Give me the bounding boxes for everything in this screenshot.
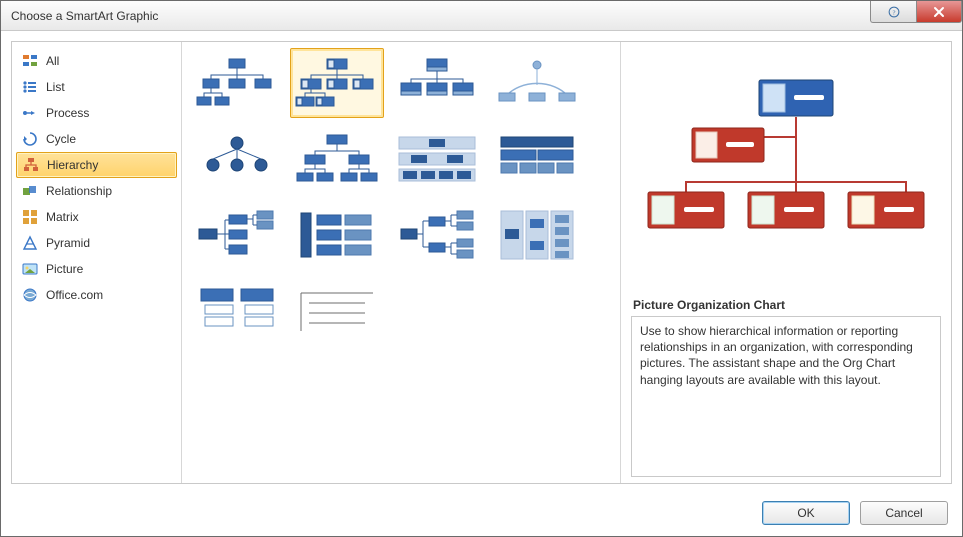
gallery-pane [182,42,621,483]
layout-half-circle-org-chart[interactable] [490,48,584,118]
category-item-list[interactable]: List [16,74,177,100]
category-item-relationship[interactable]: Relationship [16,178,177,204]
category-label: Office.com [46,288,103,302]
list-icon [22,79,38,95]
ok-button[interactable]: OK [762,501,850,525]
layout-circle-picture-hierarchy[interactable] [190,124,284,194]
category-label: Relationship [46,184,112,198]
layout-preview [631,52,941,292]
matrix-icon [22,209,38,225]
layout-hierarchy[interactable] [290,124,384,194]
dialog-content: All List Process Cycle Hierarchy [1,31,962,490]
gallery-grid [184,48,618,346]
category-label: Cycle [46,132,76,146]
dialog-window: Choose a SmartArt Graphic ? All List [0,0,963,537]
layout-horizontal-hierarchy[interactable] [390,200,484,270]
dialog-footer: OK Cancel [1,490,962,536]
main-frame: All List Process Cycle Hierarchy [11,41,952,484]
layout-horizontal-labeled-hierarchy[interactable] [490,200,584,270]
relationship-icon [22,183,38,199]
layout-picture-organization-chart[interactable] [290,48,384,118]
category-label: Matrix [46,210,79,224]
category-label: All [46,54,59,68]
process-icon [22,105,38,121]
category-item-picture[interactable]: Picture [16,256,177,282]
category-item-matrix[interactable]: Matrix [16,204,177,230]
all-icon [22,53,38,69]
layout-horizontal-multi-level-hierarchy[interactable] [290,200,384,270]
category-item-hierarchy[interactable]: Hierarchy [16,152,177,178]
cancel-label: Cancel [885,506,922,520]
category-item-officecom[interactable]: Office.com [16,282,177,308]
preview-title: Picture Organization Chart [633,298,941,312]
layout-horizontal-org-chart[interactable] [190,200,284,270]
layout-organization-chart[interactable] [190,48,284,118]
category-pane: All List Process Cycle Hierarchy [12,42,182,483]
layout-table-hierarchy[interactable] [490,124,584,194]
category-item-cycle[interactable]: Cycle [16,126,177,152]
picture-icon [22,261,38,277]
category-label: Pyramid [46,236,90,250]
layout-hierarchy-list[interactable] [190,276,284,346]
category-label: List [46,80,65,94]
officecom-icon [22,287,38,303]
hierarchy-icon [23,157,39,173]
svg-text:?: ? [892,9,895,16]
help-button[interactable]: ? [870,1,916,23]
cancel-button[interactable]: Cancel [860,501,948,525]
window-buttons: ? [870,1,962,23]
window-title: Choose a SmartArt Graphic [11,9,158,23]
category-item-pyramid[interactable]: Pyramid [16,230,177,256]
category-item-process[interactable]: Process [16,100,177,126]
category-label: Process [46,106,89,120]
cycle-icon [22,131,38,147]
category-label: Hierarchy [47,158,98,172]
category-label: Picture [46,262,83,276]
layout-name-title-org-chart[interactable] [390,48,484,118]
category-item-all[interactable]: All [16,48,177,74]
close-button[interactable] [916,1,962,23]
layout-lined-list[interactable] [290,276,384,346]
ok-label: OK [797,506,814,520]
preview-description: Use to show hierarchical information or … [631,316,941,477]
titlebar: Choose a SmartArt Graphic ? [1,1,962,31]
preview-pane: Picture Organization Chart Use to show h… [621,42,951,483]
layout-labeled-hierarchy[interactable] [390,124,484,194]
pyramid-icon [22,235,38,251]
